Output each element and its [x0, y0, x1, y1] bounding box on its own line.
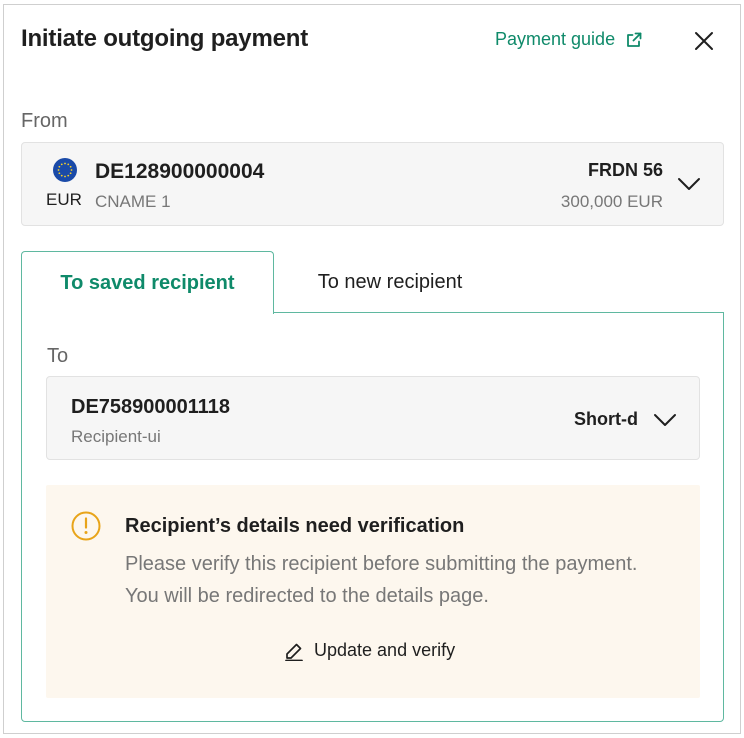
from-account-code: FRDN 56: [587, 160, 663, 180]
notice-message-line2: You will be redirected to the details pa…: [125, 585, 489, 607]
payment-dialog: Initiate outgoing payment Payment guide …: [3, 4, 741, 734]
external-link-icon: [627, 32, 642, 47]
from-account-name: CNAME 1: [95, 192, 171, 211]
to-label: To: [47, 345, 69, 367]
close-button[interactable]: [690, 27, 718, 55]
chevron-down-icon: [678, 178, 700, 190]
to-recipient-select[interactable]: DE758900001118 Recipient-ui Short-d: [46, 376, 700, 460]
close-icon: [695, 32, 713, 50]
verification-notice: Recipient’s details need verification Pl…: [46, 485, 700, 698]
payment-guide-link[interactable]: Payment guide: [495, 29, 643, 50]
notice-title: Recipient’s details need verification: [125, 515, 465, 537]
tab-new-recipient[interactable]: To new recipient: [274, 251, 506, 314]
warning-icon: [71, 511, 101, 541]
to-account-number: DE758900001118: [71, 396, 231, 418]
notice-message-line1: Please verify this recipient before subm…: [125, 553, 638, 575]
chevron-down-icon: [654, 414, 676, 426]
to-reference: Short-d: [574, 409, 638, 429]
eu-flag-icon: [53, 158, 77, 182]
from-currency: EUR: [46, 190, 82, 209]
pencil-icon: [285, 643, 303, 661]
from-account-select[interactable]: EUR DE128900000004 CNAME 1 FRDN 56 300,0…: [21, 142, 724, 226]
update-and-verify-button[interactable]: Update and verify: [284, 640, 455, 661]
from-account-balance: 300,000 EUR: [560, 192, 663, 211]
payment-guide-label: Payment guide: [495, 29, 616, 49]
dialog-title: Initiate outgoing payment: [21, 25, 308, 52]
to-recipient-name: Recipient-ui: [71, 427, 161, 446]
update-and-verify-label: Update and verify: [314, 640, 456, 660]
tab-saved-recipient[interactable]: To saved recipient: [21, 251, 274, 314]
from-label: From: [21, 110, 68, 132]
from-account-number: DE128900000004: [95, 160, 265, 183]
